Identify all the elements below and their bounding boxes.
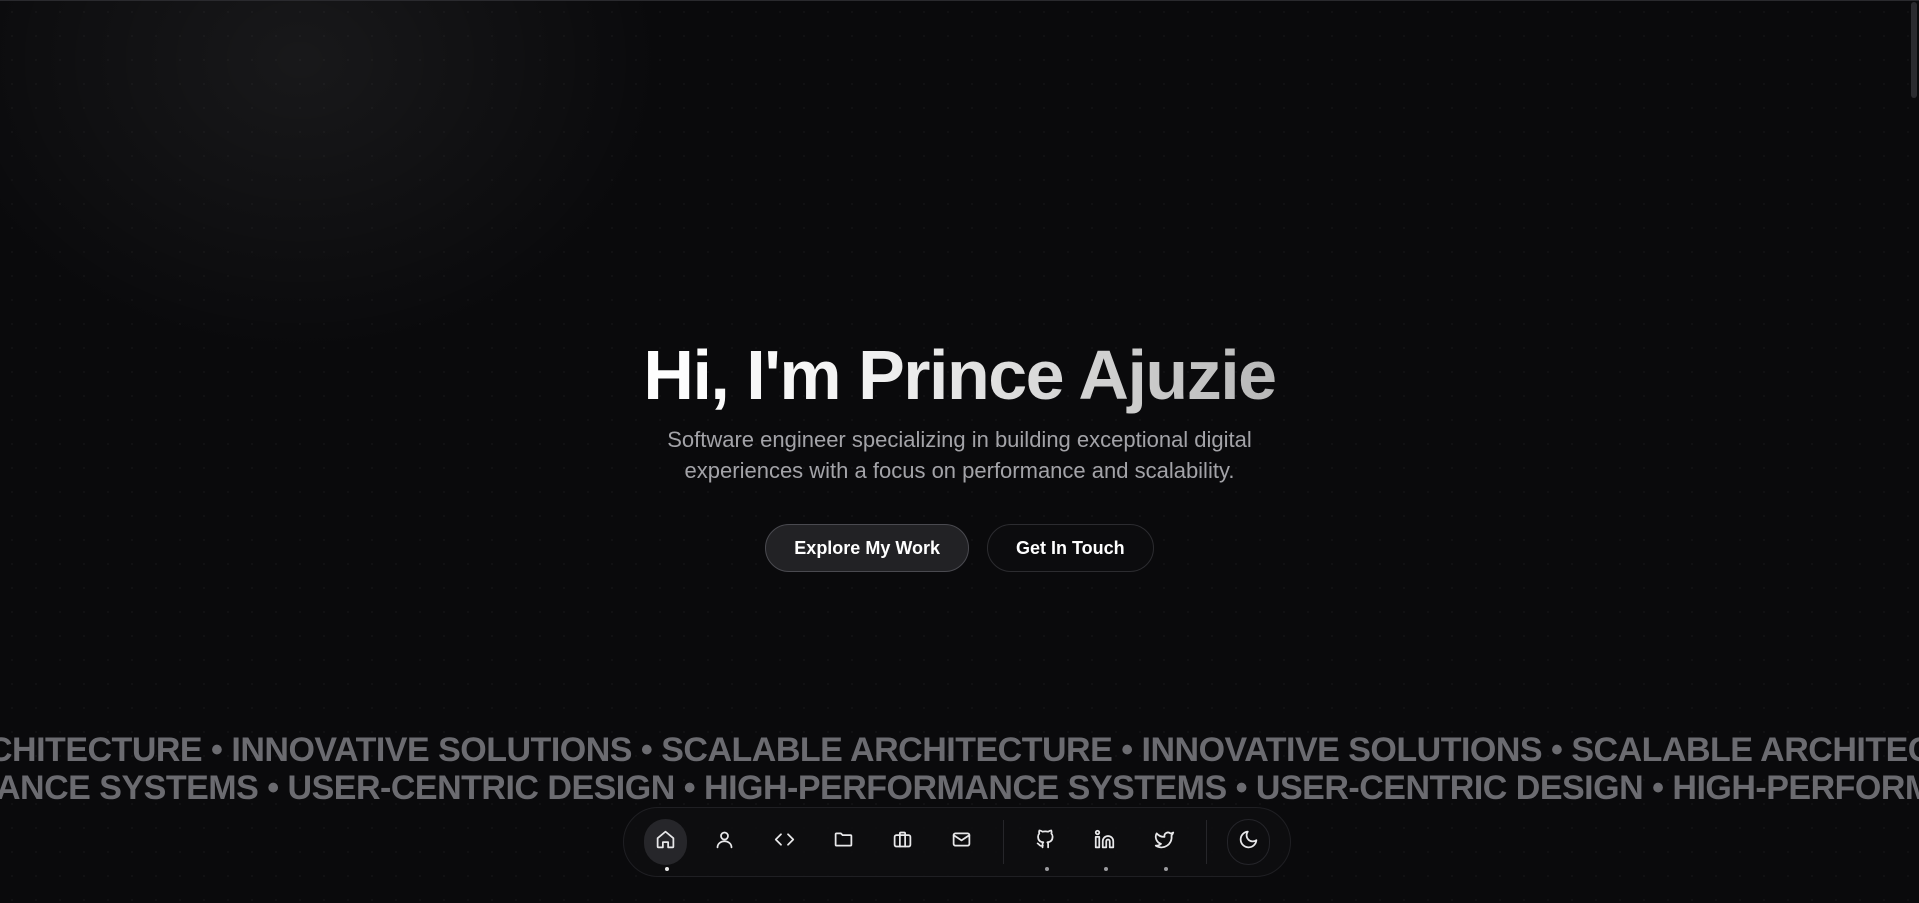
scrollbar[interactable] (1911, 2, 1917, 98)
hero-title: Hi, I'm Prince Ajuzie (643, 330, 1277, 420)
moon-icon (1238, 829, 1259, 855)
linkedin-icon (1094, 829, 1115, 855)
folder-icon (833, 829, 854, 855)
link-indicator (1104, 867, 1109, 871)
dock-experience[interactable] (881, 819, 924, 865)
github-icon (1035, 829, 1056, 855)
dock-twitter[interactable] (1143, 819, 1186, 871)
twitter-icon (1154, 829, 1175, 855)
bottom-dock (623, 807, 1291, 877)
dock-home[interactable] (644, 819, 688, 871)
theme-toggle-button[interactable] (1226, 819, 1271, 865)
active-indicator (665, 867, 669, 871)
home-icon (655, 829, 676, 855)
dock-about[interactable] (703, 819, 746, 865)
briefcase-icon (892, 829, 913, 855)
link-indicator (1163, 867, 1168, 871)
marquee-text: CHITECTURE • INNOVATIVE SOLUTIONS • SCAL… (0, 731, 1919, 769)
hero-subtitle: Software engineer specializing in buildi… (667, 427, 1252, 483)
page: Hi, I'm Prince Ajuzie Software engineer … (0, 0, 1919, 903)
code-icon (774, 829, 795, 855)
dock-projects[interactable] (822, 819, 865, 865)
marquee-text: ANCE SYSTEMS • USER-CENTRIC DESIGN • HIG… (0, 769, 1919, 807)
dock-contact[interactable] (940, 819, 983, 865)
dock-linkedin[interactable] (1083, 819, 1126, 871)
marquee-row-2: ANCE SYSTEMS • USER-CENTRIC DESIGN • HIG… (0, 768, 1919, 808)
dock-divider (1205, 820, 1207, 864)
marquee-row-1: CHITECTURE • INNOVATIVE SOLUTIONS • SCAL… (0, 730, 1919, 770)
hero-section: Hi, I'm Prince Ajuzie Software engineer … (0, 330, 1919, 572)
dock-github[interactable] (1024, 819, 1067, 871)
dock-divider (1003, 820, 1005, 864)
explore-work-button[interactable]: Explore My Work (765, 524, 970, 572)
get-in-touch-button[interactable]: Get In Touch (987, 524, 1154, 572)
dock-skills[interactable] (762, 819, 805, 865)
cta-row: Explore My Work Get In Touch (0, 524, 1919, 572)
user-icon (714, 829, 735, 855)
link-indicator (1045, 867, 1050, 871)
mail-icon (951, 829, 972, 855)
